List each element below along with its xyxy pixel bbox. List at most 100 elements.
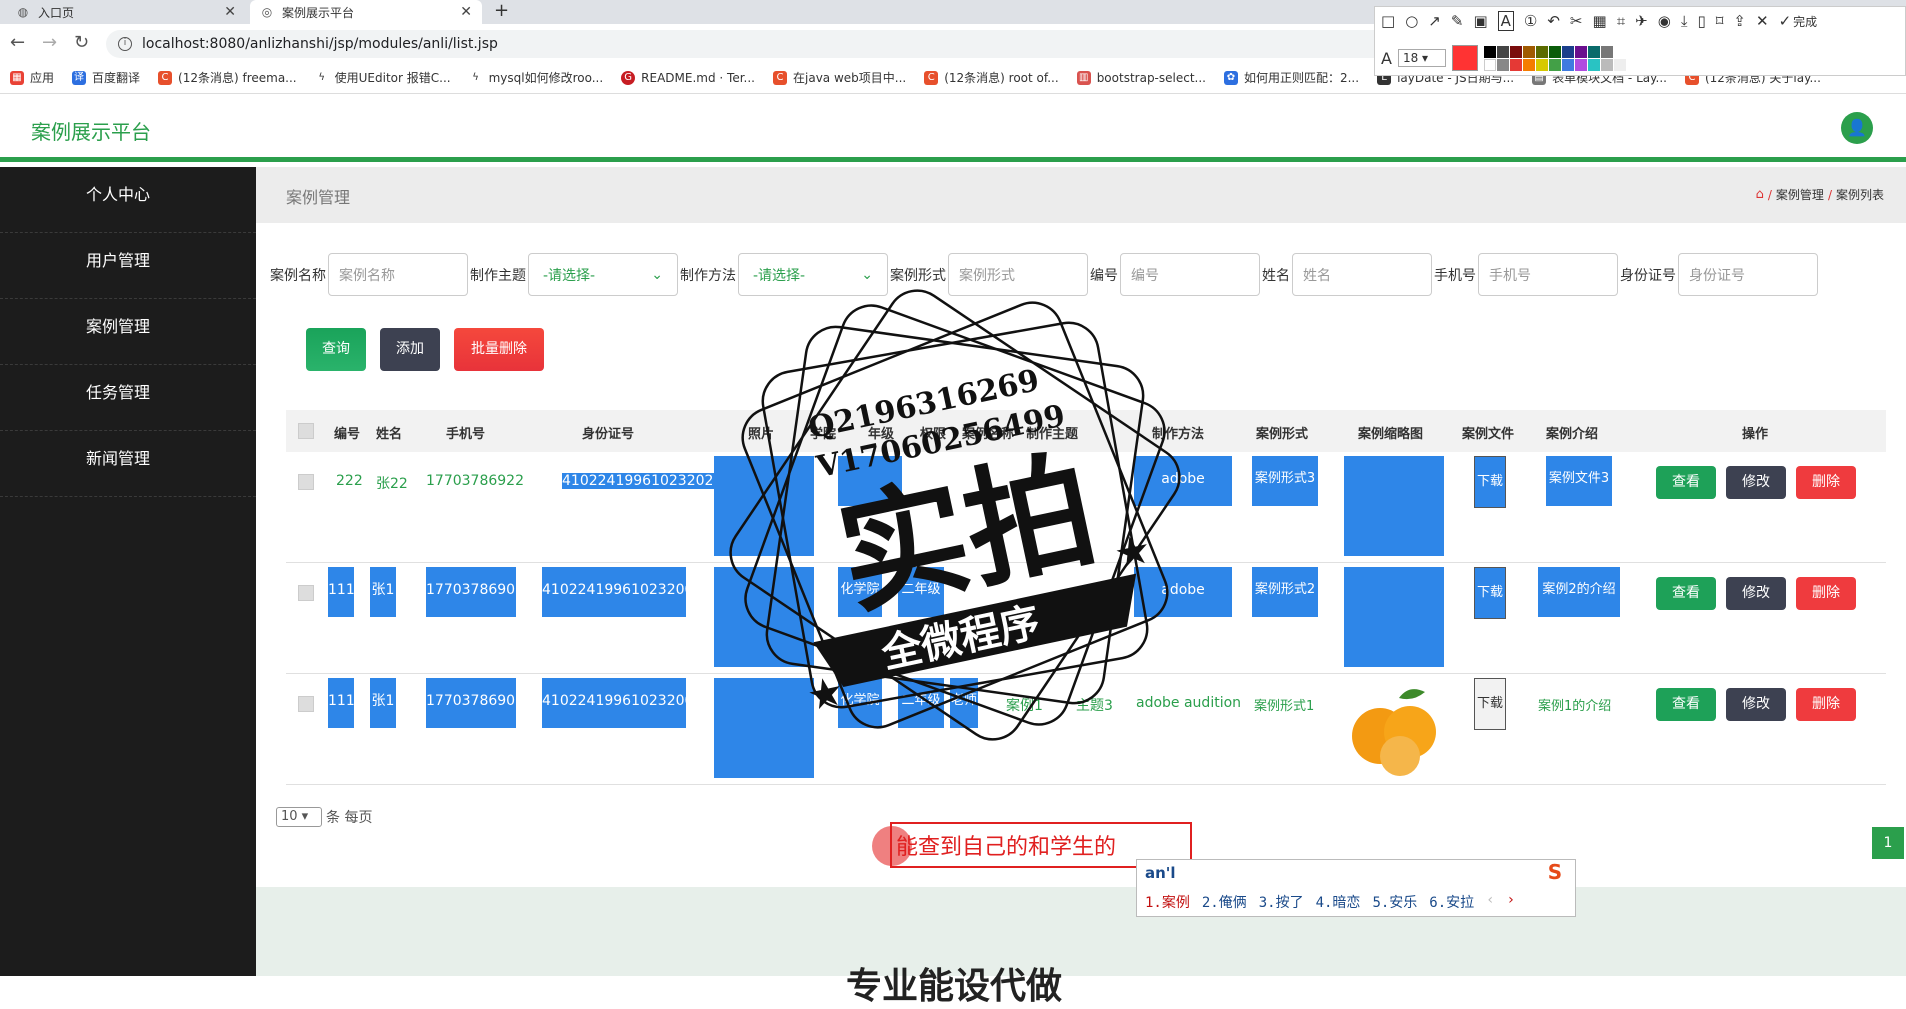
home-icon[interactable]: ⌂ [1756, 187, 1764, 202]
download-icon[interactable]: ⤓ [1681, 12, 1688, 30]
close-tab-icon[interactable]: ✕ [460, 4, 472, 20]
csdn-icon: C [158, 70, 173, 85]
rectangle-tool-icon[interactable]: □ [1381, 12, 1395, 30]
bookmark-item[interactable]: ϟ mysql如何修改roo... [468, 69, 603, 86]
ime-candidate[interactable]: 3.按了 [1259, 892, 1304, 912]
pin-icon[interactable]: ✈ [1635, 12, 1648, 30]
row-checkbox[interactable] [298, 585, 314, 601]
done-button[interactable]: ✓ 完成 [1779, 12, 1818, 30]
download-button[interactable]: 下载 [1474, 567, 1506, 619]
method-select[interactable]: -请选择- ⌄ [738, 253, 888, 296]
page-header-bar: 案例管理 ⌂ / 案例管理 / 案例列表 [256, 167, 1906, 223]
idcard-input[interactable]: 身份证号 [1678, 253, 1818, 296]
forward-icon[interactable]: → [42, 32, 57, 53]
browser-tab-active[interactable]: ◎ 案例展示平台 ✕ [250, 0, 482, 24]
sidebar-item-tasks[interactable]: 任务管理 [0, 365, 256, 431]
name-input[interactable]: 姓名 [1292, 253, 1432, 296]
download-button[interactable]: 下载 [1474, 456, 1506, 508]
next-page-icon[interactable]: › [1507, 892, 1515, 912]
bookmark-item[interactable]: C (12条消息) freema... [158, 69, 297, 86]
page-size-select[interactable]: 10 ▾ [276, 807, 322, 827]
bookmark-item[interactable]: ▥ bootstrap-select... [1076, 70, 1206, 85]
close-tab-icon[interactable]: ✕ [224, 4, 236, 20]
col-header: 案例缩略图 [1358, 427, 1424, 442]
scissors-icon[interactable]: ✂ [1570, 12, 1583, 30]
phone-icon[interactable]: ▯ [1697, 12, 1705, 30]
back-icon[interactable]: ← [10, 32, 25, 53]
ime-candidate[interactable]: 2.俺俩 [1202, 892, 1247, 912]
ime-candidate[interactable]: 5.安乐 [1372, 892, 1417, 912]
bookmark-item[interactable]: C (12条消息) root of... [924, 69, 1059, 86]
font-size-select[interactable]: 18 ▾ [1397, 49, 1446, 67]
sidebar-item-profile[interactable]: 个人中心 [0, 167, 256, 233]
add-button[interactable]: 添加 [380, 328, 440, 371]
bookmark-item[interactable]: ✿ 如何用正则匹配：2... [1223, 69, 1359, 86]
record-icon[interactable]: ◉ [1658, 12, 1671, 30]
select-all-checkbox[interactable] [298, 423, 314, 439]
sidebar-item-cases[interactable]: 案例管理 [0, 299, 256, 365]
ime-candidate[interactable]: 4.暗恋 [1316, 892, 1361, 912]
reload-icon[interactable]: ↻ [74, 32, 89, 53]
grid-icon[interactable]: ▦ [1593, 12, 1607, 30]
col-header: 姓名 [376, 427, 403, 442]
view-button[interactable]: 查看 [1656, 688, 1716, 721]
sidebar-item-users[interactable]: 用户管理 [0, 233, 256, 299]
row-checkbox[interactable] [298, 474, 314, 490]
number-tool-icon[interactable]: ① [1524, 12, 1537, 30]
phone-input[interactable]: 手机号 [1478, 253, 1618, 296]
color-palette[interactable] [1483, 45, 1626, 71]
cell-name: 张22 [376, 476, 408, 492]
case-form-input[interactable]: 案例形式 [948, 253, 1088, 296]
mosaic-tool-icon[interactable]: ▣ [1473, 12, 1487, 30]
user-avatar-icon[interactable]: 👤 [1841, 112, 1873, 144]
batch-delete-button[interactable]: 批量删除 [454, 328, 544, 371]
pen-tool-icon[interactable]: ✎ [1451, 12, 1464, 30]
site-info-icon[interactable]: i [118, 37, 132, 51]
current-color-swatch[interactable] [1451, 45, 1478, 71]
arrow-tool-icon[interactable]: ↗ [1428, 12, 1441, 30]
case-name-input[interactable]: 案例名称 [328, 253, 468, 296]
close-icon[interactable]: ✕ [1756, 12, 1769, 30]
browser-tab-entry[interactable]: ◍ 入口页 ✕ [6, 0, 246, 24]
ime-candidate[interactable]: 1.案例 [1145, 892, 1190, 912]
filter-label: 制作方法 [680, 267, 736, 284]
breadcrumb-item[interactable]: 案例管理 [1776, 186, 1824, 203]
globe-icon: ◍ [17, 5, 29, 19]
row-checkbox[interactable] [298, 696, 314, 712]
cell-form: 案例形式3 [1252, 456, 1318, 506]
view-button[interactable]: 查看 [1656, 466, 1716, 499]
cell-id: 111 [328, 678, 355, 728]
bookmark-item[interactable]: G README.md · Ter... [621, 70, 755, 85]
query-button[interactable]: 查询 [306, 328, 366, 371]
bookmark-item[interactable]: C 在java web项目中... [773, 69, 906, 86]
breadcrumb: ⌂ / 案例管理 / 案例列表 [1755, 186, 1884, 203]
share-icon[interactable]: ⇪ [1733, 12, 1746, 30]
bookmark-apps[interactable]: ▦ 应用 [10, 69, 54, 86]
new-tab-button[interactable]: + [494, 0, 509, 24]
page-number-current[interactable]: 1 [1872, 827, 1904, 859]
crop-icon[interactable]: ⌗ [1617, 12, 1625, 30]
number-input[interactable]: 编号 [1120, 253, 1260, 296]
view-button[interactable]: 查看 [1656, 577, 1716, 610]
delete-button[interactable]: 删除 [1796, 577, 1856, 610]
bookmark-icon[interactable]: ⌑ [1716, 12, 1724, 30]
theme-select[interactable]: -请选择- ⌄ [528, 253, 678, 296]
bookmark-item[interactable]: ϟ 使用UEditor 报错C... [314, 69, 451, 86]
sidebar-item-news[interactable]: 新闻管理 [0, 431, 256, 497]
photo-thumbnail [714, 678, 814, 778]
text-tool-icon[interactable]: A [1497, 11, 1514, 31]
edit-button[interactable]: 修改 [1726, 688, 1786, 721]
edit-button[interactable]: 修改 [1726, 577, 1786, 610]
edit-button[interactable]: 修改 [1726, 466, 1786, 499]
undo-icon[interactable]: ↶ [1547, 12, 1560, 30]
delete-button[interactable]: 删除 [1796, 466, 1856, 499]
cell-method: adobe audition [1134, 456, 1232, 533]
bookmark-item[interactable]: 译百度翻译 [72, 69, 140, 86]
prev-page-icon[interactable]: ‹ [1486, 892, 1494, 912]
ime-candidate[interactable]: 6.安拉 [1429, 892, 1474, 912]
cell-form: 案例形式2 [1252, 567, 1318, 617]
delete-button[interactable]: 删除 [1796, 688, 1856, 721]
ellipse-tool-icon[interactable]: ○ [1405, 12, 1418, 30]
download-button[interactable]: 下载 [1474, 678, 1506, 730]
cell-method: adobe audition [1134, 567, 1232, 644]
